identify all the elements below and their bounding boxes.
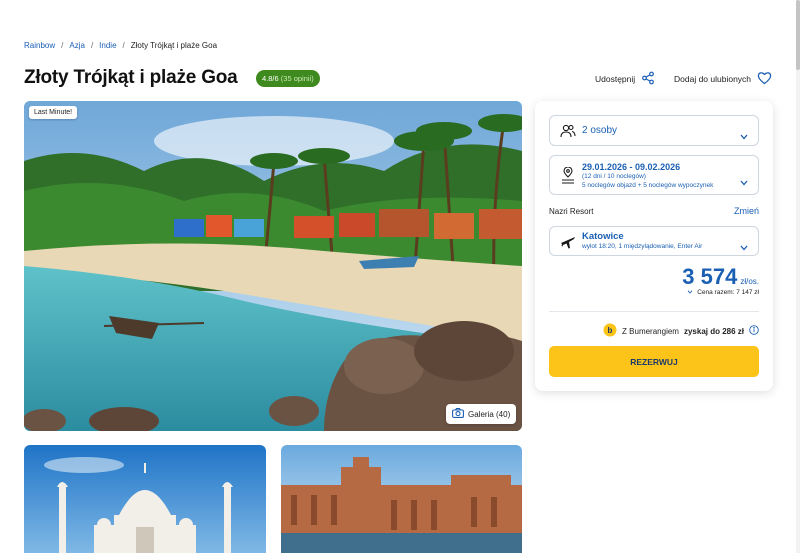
share-label: Udostępnij: [595, 74, 636, 84]
favorite-label: Dodaj do ulubionych: [674, 74, 752, 84]
people-selector[interactable]: 2 osoby: [549, 115, 759, 146]
chevron-down-icon: [740, 238, 748, 256]
gallery-thumbnail-fort[interactable]: [281, 445, 522, 553]
scrollbar-thumb[interactable]: [796, 0, 800, 70]
dates-nights: (12 dni / 10 noclegów): [582, 173, 646, 180]
dates-value: 29.01.2026 - 09.02.2026: [582, 162, 681, 172]
resort-name: Nazri Resort: [549, 207, 594, 216]
info-icon[interactable]: [749, 325, 759, 337]
breadcrumb-separator: /: [61, 41, 64, 50]
page-title: Złoty Trójkąt i plaże Goa: [24, 67, 238, 88]
breadcrumb-link-rainbow[interactable]: Rainbow: [24, 41, 55, 50]
svg-text:b: b: [608, 326, 613, 335]
chevron-down-icon: [687, 289, 693, 296]
price-value: 3 574: [682, 264, 738, 289]
travel-dates-icon: [560, 166, 576, 190]
flight-detail: wylot 18:20, 1 międzylądowanie, Enter Ai…: [582, 243, 703, 250]
plane-icon: [560, 234, 576, 255]
reserve-button[interactable]: REZERWUJ: [549, 346, 759, 377]
divider: [549, 311, 759, 312]
date-selector[interactable]: 29.01.2026 - 09.02.2026 (12 dni / 10 noc…: [549, 155, 759, 195]
rating-score: 4.8/6: [262, 74, 279, 83]
people-value: 2 osoby: [582, 125, 618, 136]
breadcrumb-separator: /: [90, 41, 94, 50]
share-button[interactable]: Udostępnij: [595, 71, 655, 87]
last-minute-badge: Last Minute!: [29, 106, 78, 119]
breadcrumb-link-azja[interactable]: Azja: [69, 41, 85, 50]
share-icon: [641, 71, 655, 87]
breadcrumb: Rainbow / Azja / Indie / Złoty Trójkąt i…: [24, 41, 217, 50]
people-icon: [560, 123, 576, 144]
price-unit: zł/os.: [740, 277, 759, 286]
price-per-person: 3 574 zł/os.: [682, 264, 759, 290]
gallery-thumbnail-taj-mahal[interactable]: [24, 445, 266, 553]
favorite-button[interactable]: Dodaj do ulubionych: [674, 71, 772, 87]
dates-detail: 5 noclegów objazd + 5 noclegów wypoczyne…: [582, 182, 714, 189]
heart-icon: [757, 71, 772, 87]
hero-image[interactable]: [24, 101, 522, 431]
rating-badge[interactable]: 4.8/6 (35 opinii): [256, 70, 320, 87]
gallery-button[interactable]: Galeria (40): [446, 404, 517, 424]
booking-panel: 2 osoby 29.01.2026 - 09.02.2026 (12 dni …: [535, 101, 773, 391]
bumerang-value: zyskaj do 286 zł: [683, 326, 744, 336]
rating-count: (35 opinii): [280, 74, 314, 83]
change-resort-link[interactable]: Zmień: [734, 206, 759, 216]
bumerang-text: Z Bumerangiem: [622, 326, 679, 336]
chevron-down-icon: [740, 173, 748, 191]
flight-selector[interactable]: Katowice wylot 18:20, 1 międzylądowanie,…: [549, 226, 759, 256]
bumerang-logo-icon: b: [603, 323, 617, 339]
gallery-label: Galeria (40): [468, 409, 511, 419]
total-price-toggle[interactable]: Cena razem: 7 147 zł: [687, 289, 759, 296]
page-scrollbar[interactable]: [796, 0, 800, 553]
breadcrumb-separator: /: [122, 41, 125, 50]
total-price: Cena razem: 7 147 zł: [697, 289, 759, 296]
breadcrumb-current: Złoty Trójkąt i plaże Goa: [130, 41, 218, 50]
chevron-down-icon: [740, 127, 748, 145]
breadcrumb-link-indie[interactable]: Indie: [99, 41, 116, 50]
camera-icon: [452, 408, 464, 420]
departure-city: Katowice: [582, 231, 624, 242]
bumerang-info: b Z Bumerangiem zyskaj do 286 zł: [603, 323, 759, 339]
